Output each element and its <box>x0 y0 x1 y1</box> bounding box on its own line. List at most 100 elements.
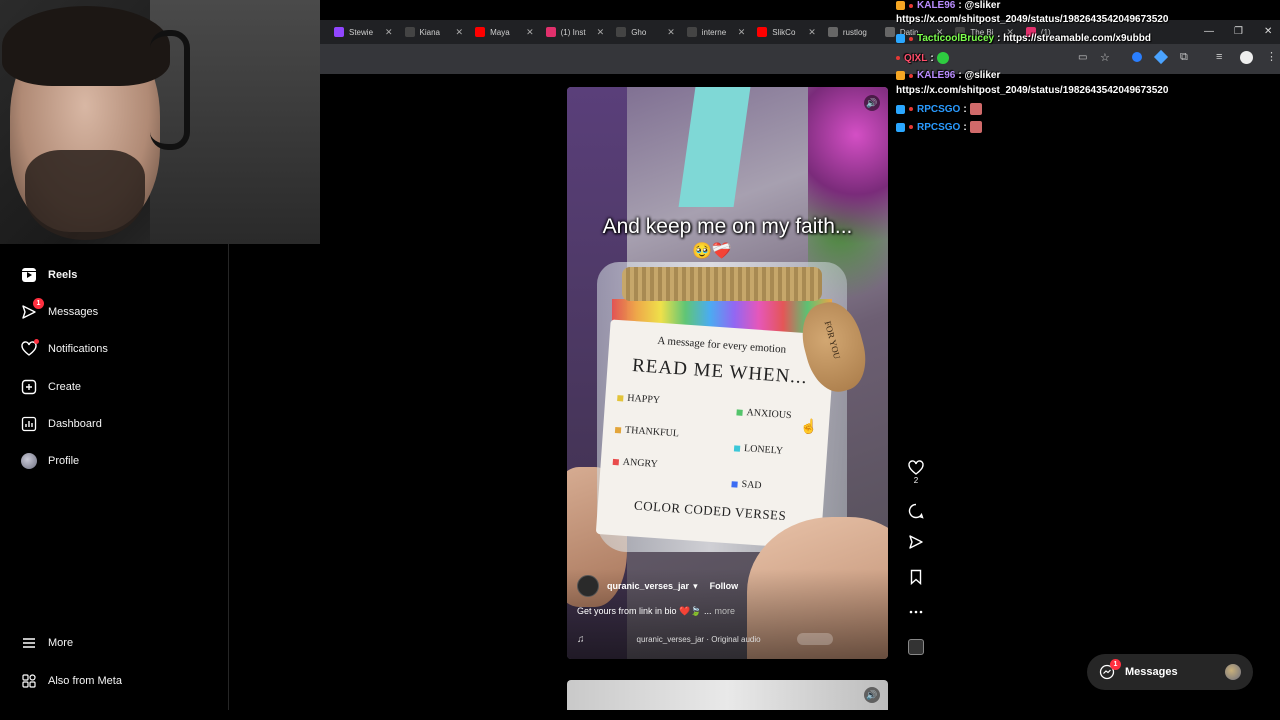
chat-message: TacticoolBrucey: https://streamable.com/… <box>896 33 1151 44</box>
caption-emoji: 🥹❤️‍🩹 <box>692 243 732 260</box>
sidebar-item-reels[interactable]: Reels <box>20 266 77 284</box>
extension-icon[interactable] <box>1153 49 1169 65</box>
chat-message: https://x.com/shitpost_2049/status/19826… <box>896 14 1168 25</box>
sidebar-item-dashboard[interactable]: Dashboard <box>20 415 102 433</box>
tab-label: Kiana <box>419 27 441 37</box>
browser-tab[interactable]: SlikCo ✕ <box>751 20 822 44</box>
status-dot <box>909 125 913 129</box>
tab-label: Gho <box>631 27 647 37</box>
emote-icon <box>969 103 982 115</box>
playlist-icon[interactable]: ≡ <box>1216 51 1222 63</box>
sub-badge-icon <box>896 71 905 80</box>
extension-icon[interactable] <box>1132 52 1142 62</box>
sidebar-item-label: Notifications <box>48 343 108 355</box>
reel-video[interactable]: A message for every emotion READ ME WHEN… <box>567 87 888 659</box>
sidebar-item-messages[interactable]: 1 Messages <box>20 298 99 321</box>
like-count: 2 <box>913 476 919 485</box>
tab-label: SlikCo <box>772 27 796 37</box>
sidebar-item-label: Dashboard <box>48 418 102 430</box>
sidebar-item-create[interactable]: Create <box>20 378 81 396</box>
sidebar-item-notifications[interactable]: Notifications <box>20 339 108 358</box>
cast-icon[interactable]: ▭ <box>1078 52 1087 63</box>
headset <box>150 30 190 150</box>
browser-tab[interactable]: Gho ✕ <box>610 20 681 44</box>
browser-tab[interactable]: Stewie ✕ <box>328 20 399 44</box>
restore-icon[interactable]: ❐ <box>1234 26 1243 37</box>
chat-message: KALE96: @sliker <box>896 70 1000 81</box>
sidebar-item-label: Reels <box>48 269 78 281</box>
instagram-icon <box>545 27 556 37</box>
messages-button[interactable]: 1 Messages <box>1087 654 1253 690</box>
reel-caption-overlay: And keep me on my faith... <box>602 215 853 238</box>
status-dot <box>909 73 913 78</box>
audio-thumbnail[interactable] <box>904 639 928 655</box>
hand-cursor-icon: ☝ <box>800 418 818 434</box>
close-icon[interactable]: ✕ <box>456 27 464 38</box>
reel-audio[interactable]: ♫ quranic_verses_jar · Original audio <box>577 632 832 646</box>
emote-icon <box>969 121 982 133</box>
sidebar-nav: Reels 1 Messages Notifications Create Da… <box>0 244 229 710</box>
comment-button[interactable] <box>904 503 928 519</box>
like-button[interactable]: 2 <box>904 460 928 485</box>
minimize-icon[interactable]: — <box>1204 26 1214 37</box>
more-link[interactable]: more <box>714 606 735 616</box>
meta-icon <box>20 672 38 690</box>
audio-thumbnail-icon <box>908 639 924 655</box>
tab-label: Stewie <box>349 27 374 37</box>
owner-dropdown-icon[interactable]: ▾ <box>693 581 698 592</box>
more-icon <box>909 610 923 614</box>
browser-tab[interactable]: Maya ✕ <box>469 20 540 44</box>
browser-tab[interactable]: (1) Inst ✕ <box>540 20 611 44</box>
close-icon[interactable]: ✕ <box>597 27 605 38</box>
x-icon <box>404 27 415 37</box>
close-icon[interactable]: ✕ <box>808 27 816 38</box>
close-icon[interactable]: ✕ <box>738 27 746 38</box>
address-bar[interactable]: ▭ ☆ ⧉ ≡ ⋮ <box>320 44 1280 74</box>
emotion-happy: HAPPY <box>617 392 660 406</box>
puzzle-icon[interactable]: ⧉ <box>1180 51 1188 64</box>
audio-icon[interactable]: 🔊 <box>864 95 880 111</box>
audio-icon[interactable]: 🔊 <box>864 687 880 703</box>
verified-badge-icon <box>896 34 905 43</box>
status-dot <box>896 56 900 60</box>
emotion-lonely: LONELY <box>733 442 783 457</box>
tab-label: rustlog <box>842 27 867 37</box>
jar-label-footer: COLOR CODED VERSES <box>633 497 787 524</box>
browser-tab[interactable]: rustlog <box>822 20 879 44</box>
heart-icon <box>20 339 39 358</box>
chat-message: RPCSGO: <box>896 103 982 115</box>
star-icon[interactable]: ☆ <box>1100 51 1110 64</box>
sidebar-item-also-from-meta[interactable]: Also from Meta <box>20 672 122 690</box>
messenger-icon: 1 <box>20 298 44 321</box>
sidebar-item-label: Also from Meta <box>48 675 122 687</box>
kebab-menu-icon[interactable]: ⋮ <box>1266 50 1277 63</box>
close-icon[interactable]: ✕ <box>526 27 534 38</box>
page-icon <box>827 27 838 37</box>
x-icon <box>686 27 697 37</box>
messages-label: Messages <box>1125 666 1178 678</box>
next-reel[interactable]: 🔊 <box>567 680 888 710</box>
reel-description: Get yours from link in bio ❤️🍃 ... more <box>577 606 735 617</box>
browser-tab[interactable]: Kiana ✕ <box>399 20 470 44</box>
avatar <box>1225 664 1241 680</box>
follow-button[interactable]: Follow <box>710 581 739 591</box>
browser-tab[interactable]: interne ✕ <box>681 20 752 44</box>
description-text: Get yours from link in bio ❤️🍃 ... <box>577 606 712 616</box>
chat-message: QIXL: <box>896 52 949 64</box>
close-window-icon[interactable]: ✕ <box>1264 26 1272 37</box>
owner-username[interactable]: quranic_verses_jar <box>607 581 689 591</box>
profile-avatar[interactable] <box>1240 51 1253 64</box>
sidebar-item-label: Messages <box>48 306 99 318</box>
sidebar-item-more[interactable]: More <box>20 634 73 652</box>
share-button[interactable] <box>904 534 928 550</box>
more-options-button[interactable] <box>904 604 928 620</box>
owner-avatar[interactable] <box>577 575 599 597</box>
close-icon[interactable]: ✕ <box>667 27 675 38</box>
tab-label: interne <box>701 27 727 37</box>
chat-text: https://x.com/shitpost_2049/status/19826… <box>896 85 1169 96</box>
save-button[interactable] <box>904 569 928 585</box>
sidebar-item-profile[interactable]: Profile <box>20 452 79 470</box>
tab-label: (1) Inst <box>560 27 586 37</box>
close-icon[interactable]: ✕ <box>385 27 393 38</box>
tab-label: Maya <box>490 27 510 37</box>
